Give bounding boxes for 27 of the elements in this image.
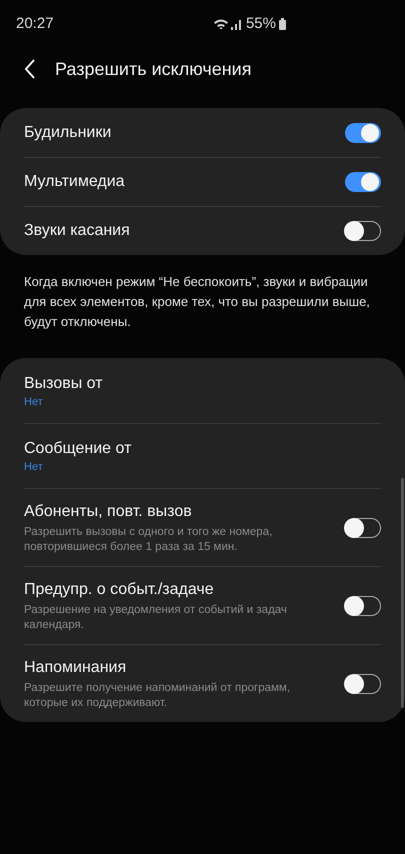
toggle-switch[interactable] bbox=[345, 172, 381, 192]
setting-value: Нет bbox=[24, 460, 44, 474]
toggle-switch[interactable] bbox=[345, 518, 381, 538]
setting-label: Звуки касания bbox=[24, 221, 130, 241]
toggle-switch[interactable] bbox=[345, 122, 381, 142]
setting-label: Мультимедиа bbox=[24, 172, 125, 192]
toggle-switch[interactable] bbox=[345, 596, 381, 616]
setting-label: Будильники bbox=[24, 122, 112, 142]
setting-title: Сообщение от bbox=[24, 439, 132, 459]
status-time: 20:27 bbox=[16, 14, 54, 34]
setting-title: Напоминания bbox=[24, 658, 128, 678]
battery-percent: 55% bbox=[246, 14, 276, 34]
wifi-icon bbox=[214, 18, 228, 30]
setting-title: Вызовы от bbox=[24, 374, 103, 394]
page-title: Разрешить исключения bbox=[55, 58, 252, 81]
setting-value: Нет bbox=[24, 394, 44, 408]
setting-description: Разрешите получение напоминаний от программ, которые их поддерживают. bbox=[24, 680, 292, 710]
setting-description: Разрешение на уведомления от событий и задач календаря. bbox=[24, 602, 288, 632]
signal-icon bbox=[230, 18, 241, 30]
battery-icon bbox=[279, 18, 286, 30]
setting-description: Разрешить вызовы с одного и того же номера, повторившиеся более 1 раза за 15 мин. bbox=[24, 524, 274, 554]
back-icon[interactable] bbox=[24, 59, 36, 79]
toggle-switch[interactable] bbox=[345, 674, 381, 694]
setting-title: Предупр. о событ./задаче bbox=[24, 580, 215, 600]
setting-title: Абоненты, повт. вызов bbox=[24, 502, 193, 522]
info-note: Когда включен режим “Не беспокоить”, звуки и вибрации для всех элементов, кроме тех, что вы разрешили выше, будут отключены. bbox=[23, 273, 371, 331]
toggle-switch[interactable] bbox=[345, 221, 381, 241]
